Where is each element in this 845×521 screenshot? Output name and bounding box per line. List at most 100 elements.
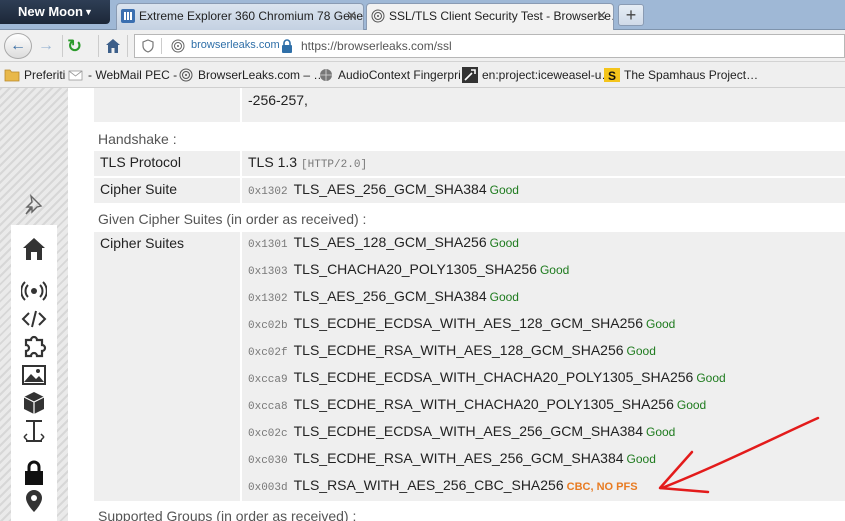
bookmark-spamhaus[interactable]: S The Spamhaus Project… [604, 67, 758, 83]
cipher-name: TLS_ECDHE_ECDSA_WITH_AES_256_GCM_SHA384 [293, 423, 643, 439]
cipher-suite-row: 0xcca9 TLS_ECDHE_ECDSA_WITH_CHACHA20_POLY… [242, 367, 726, 393]
cipher-suite-row: 0xcca8 TLS_ECDHE_RSA_WITH_CHACHA20_POLY13… [242, 394, 706, 420]
text-cursor-icon[interactable] [21, 418, 47, 444]
bookmark-preferiti[interactable]: Preferiti [4, 67, 65, 83]
row-value: -256-257, [242, 88, 845, 122]
cipher-name: TLS_AES_256_GCM_SHA384 [293, 181, 487, 197]
cipher-hex: 0xc02b [248, 320, 288, 332]
annotation-arrow [658, 416, 820, 494]
navigation-toolbar: ← → ↻ browserleaks.com https://browserle… [0, 30, 845, 62]
bookmark-label: en:project:iceweasel-u… [482, 68, 614, 82]
cipher-name: TLS_ECDHE_RSA_WITH_CHACHA20_POLY1305_SHA… [293, 396, 674, 412]
fingerprint-icon [179, 68, 193, 82]
pin-icon[interactable] [21, 192, 47, 218]
folder-icon [4, 69, 20, 82]
home-button[interactable] [98, 35, 128, 57]
home-icon[interactable] [21, 236, 47, 262]
address-bar[interactable]: browserleaks.com https://browserleaks.co… [134, 34, 845, 58]
wrench-icon [462, 67, 478, 83]
globe-icon [320, 69, 332, 81]
tab-ssl-test[interactable]: SSL/TLS Client Security Test - BrowserLe… [366, 3, 614, 31]
supported-groups-heading: Supported Groups (in order as received) … [98, 508, 357, 521]
status-good: Good [645, 317, 676, 331]
svg-text:S: S [608, 69, 616, 83]
cipher-suite-label: Cipher Suite [94, 178, 240, 203]
bookmark-webmail[interactable]: - WebMail PEC - [68, 67, 177, 83]
cipher-name: TLS_ECDHE_ECDSA_WITH_AES_128_GCM_SHA256 [293, 315, 643, 331]
code-icon[interactable] [21, 306, 47, 332]
mail-icon [68, 70, 83, 81]
status-warning: CBC, NO PFS [566, 481, 638, 493]
divider [161, 38, 162, 54]
status-good: Good [539, 263, 570, 277]
sidebar [0, 88, 68, 521]
app-menu-label: New Moon [18, 4, 83, 19]
status-good: Good [696, 371, 726, 385]
fingerprint-icon [371, 9, 385, 23]
cipher-hex: 0x1302 [248, 293, 288, 305]
tls-protocol-value-cell: TLS 1.3 [HTTP/2.0] [242, 151, 845, 176]
cipher-name: TLS_RSA_WITH_AES_256_CBC_SHA256 [293, 477, 564, 493]
cube-icon[interactable] [21, 390, 47, 416]
tab-bar: New Moon ▼ Extreme Explorer 360 Chromium… [0, 0, 845, 31]
bookmark-browserleaks[interactable]: BrowserLeaks.com – … [178, 67, 325, 83]
tab-extreme-explorer[interactable]: Extreme Explorer 360 Chromium 78 Gener… … [116, 3, 364, 30]
row-label [94, 88, 240, 122]
table-row: Cipher Suite 0x1302 TLS_AES_256_GCM_SHA38… [94, 178, 845, 203]
status-good: Good [489, 236, 519, 250]
bookmark-label: Preferiti [24, 68, 66, 82]
given-cipher-suites-heading: Given Cipher Suites (in order as receive… [98, 211, 367, 227]
close-icon[interactable]: ✕ [596, 4, 607, 28]
cipher-suite-row: 0x003d TLS_RSA_WITH_AES_256_CBC_SHA256 CBC… [242, 475, 638, 501]
http-version: [HTTP/2.0] [301, 159, 368, 171]
cipher-hex: 0x1302 [248, 186, 288, 198]
url-text[interactable]: https://browserleaks.com/ssl [301, 39, 452, 53]
close-icon[interactable]: ✕ [346, 4, 357, 28]
cipher-name: TLS_ECDHE_ECDSA_WITH_CHACHA20_POLY1305_S… [293, 369, 694, 385]
cipher-hex: 0x003d [248, 482, 288, 494]
cipher-suite-row: 0x1303 TLS_CHACHA20_POLY1305_SHA256 Good [242, 259, 569, 285]
bookmark-label: The Spamhaus Project… [624, 68, 759, 82]
table-row: -256-257, [94, 88, 845, 122]
cipher-name: TLS_ECDHE_RSA_WITH_AES_128_GCM_SHA256 [293, 342, 624, 358]
cipher-suite-row: 0xc02c TLS_ECDHE_ECDSA_WITH_AES_256_GCM_S… [242, 421, 675, 447]
shield-icon[interactable] [141, 39, 155, 53]
cipher-hex: 0xc02f [248, 347, 288, 359]
home-icon [106, 39, 120, 53]
status-good: Good [626, 344, 656, 358]
spamhaus-icon: S [604, 68, 620, 83]
cipher-suite-row: 0x1302 TLS_AES_256_GCM_SHA384 Good [242, 286, 519, 312]
location-icon[interactable] [21, 488, 47, 514]
bookmark-label: BrowserLeaks.com – … [198, 68, 326, 82]
cipher-hex: 0xc02c [248, 428, 288, 440]
cipher-name: TLS_AES_256_GCM_SHA384 [293, 288, 487, 304]
tls-protocol-value: TLS 1.3 [248, 154, 298, 170]
identity-domain[interactable]: browserleaks.com [191, 39, 280, 51]
puzzle-icon[interactable] [21, 334, 47, 360]
cipher-name: TLS_CHACHA20_POLY1305_SHA256 [293, 261, 537, 277]
reload-button[interactable]: ↻ [62, 35, 86, 57]
cipher-suite-row: 0xc02b TLS_ECDHE_ECDSA_WITH_AES_128_GCM_S… [242, 313, 675, 339]
lock-icon[interactable] [21, 460, 47, 486]
cipher-name: TLS_AES_128_GCM_SHA256 [293, 234, 487, 250]
cipher-suite-row: 0xc02f TLS_ECDHE_RSA_WITH_AES_128_GCM_SHA… [242, 340, 656, 366]
status-good: Good [489, 290, 519, 304]
bookmark-audiocontext[interactable]: AudioContext Fingerpri… [318, 67, 473, 83]
bookmark-iceweasel[interactable]: en:project:iceweasel-u… [462, 67, 613, 83]
forward-button[interactable]: → [34, 35, 58, 57]
back-button[interactable]: ← [4, 33, 32, 59]
bookmarks-toolbar: Preferiti - WebMail PEC - BrowserLeaks.c… [0, 62, 845, 88]
cipher-hex: 0xcca9 [248, 374, 288, 386]
table-row: TLS Protocol TLS 1.3 [HTTP/2.0] [94, 151, 845, 176]
top-value-text: -256-257, [248, 92, 308, 108]
app-menu-button[interactable]: New Moon ▼ [0, 0, 110, 24]
bookmark-label: AudioContext Fingerpri… [338, 68, 473, 82]
broadcast-icon[interactable] [21, 278, 47, 304]
fingerprint-icon[interactable] [171, 39, 185, 53]
handshake-heading: Handshake : [98, 131, 177, 147]
new-tab-button[interactable]: + [618, 4, 644, 26]
image-icon[interactable] [21, 362, 47, 388]
cipher-suite-row: 0x1301 TLS_AES_128_GCM_SHA256 Good [242, 232, 519, 258]
status-good: Good [489, 183, 519, 197]
lock-icon[interactable] [281, 39, 293, 53]
